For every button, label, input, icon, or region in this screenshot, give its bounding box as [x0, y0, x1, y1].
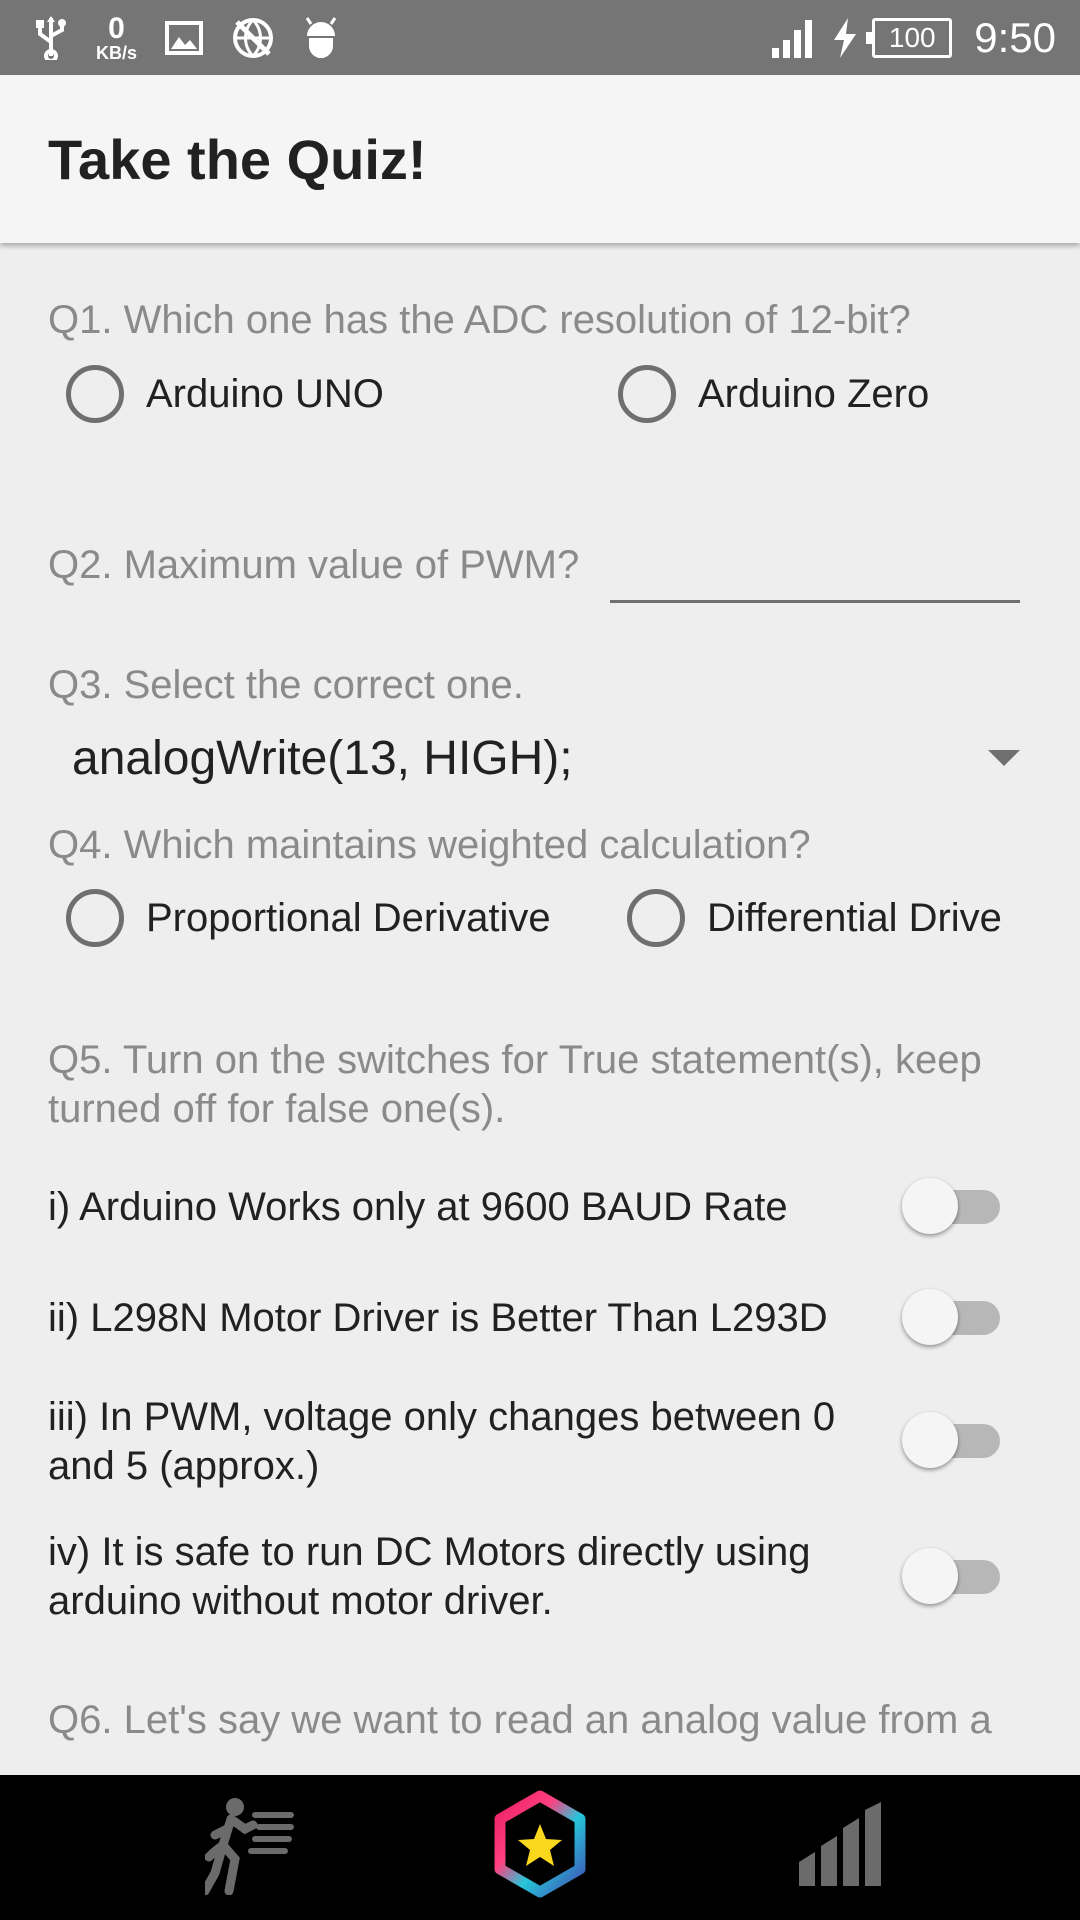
page-title: Take the Quiz! [48, 128, 427, 191]
image-icon [165, 20, 204, 55]
battery-level: 100 [888, 21, 936, 53]
q1-option-arduino-zero[interactable]: Arduino Zero [618, 365, 929, 423]
option-label: Proportional Derivative [146, 895, 551, 940]
bottom-navigation [0, 1775, 1080, 1920]
battery-icon: 100 [866, 17, 953, 58]
q5-switch-2[interactable] [902, 1287, 1006, 1347]
radio-button[interactable] [66, 365, 124, 423]
q4-option-differential-drive[interactable]: Differential Drive [627, 889, 1002, 947]
nav-runner[interactable] [150, 1775, 350, 1920]
q2-answer-input[interactable] [610, 600, 1020, 603]
q5-statement-2: ii) L298N Motor Driver is Better Than L2… [48, 1296, 828, 1340]
q5-label: Q5. Turn on the switches for True statem… [48, 1038, 982, 1131]
no-data-icon [231, 16, 275, 60]
nav-stats[interactable] [740, 1775, 940, 1920]
option-label: Differential Drive [707, 895, 1002, 940]
option-label: Arduino UNO [146, 371, 384, 416]
app-bar: Take the Quiz! [0, 75, 1080, 243]
runner-icon [200, 1795, 295, 1900]
usb-icon [34, 15, 68, 60]
q1-option-arduino-uno[interactable]: Arduino UNO [66, 365, 384, 423]
switch-thumb [902, 1548, 958, 1604]
q2-label: Q2. Maximum value of PWM? [48, 543, 580, 587]
network-speed-value: 0 [108, 11, 125, 45]
radio-button[interactable] [627, 889, 685, 947]
q3-label: Q3. Select the correct one. [48, 663, 524, 707]
switch-thumb [902, 1412, 958, 1468]
q1-label: Q1. Which one has the ADC resolution of … [48, 298, 911, 342]
quiz-scroll-area[interactable]: Q1. Which one has the ADC resolution of … [0, 243, 1080, 1775]
star-hexagon-icon [490, 1790, 590, 1905]
signal-icon [770, 16, 818, 60]
q5-statement-3: iii) In PWM, voltage only changes betwee… [48, 1395, 836, 1488]
nav-quiz[interactable] [440, 1775, 640, 1920]
q6-label: Q6. Let's say we want to read an analog … [48, 1698, 992, 1742]
network-speed: 0 KB/s [96, 11, 138, 63]
option-label: Arduino Zero [698, 371, 930, 416]
q3-dropdown[interactable]: analogWrite(13, HIGH); [72, 723, 1022, 793]
status-bar: 0 KB/s 100 9:50 [0, 0, 1080, 75]
radio-button[interactable] [66, 889, 124, 947]
charging-icon [832, 17, 858, 58]
radio-button[interactable] [618, 365, 676, 423]
q5-switch-3[interactable] [902, 1410, 1006, 1470]
q4-label: Q4. Which maintains weighted calculation… [48, 823, 811, 867]
network-speed-unit: KB/s [96, 42, 138, 63]
q4-option-proportional-derivative[interactable]: Proportional Derivative [66, 889, 551, 947]
clock: 9:50 [974, 13, 1056, 61]
chevron-down-icon [988, 750, 1020, 766]
android-icon [303, 16, 339, 60]
bar-chart-icon [795, 1800, 885, 1895]
switch-thumb [902, 1178, 958, 1234]
q5-statement-1: i) Arduino Works only at 9600 BAUD Rate [48, 1185, 788, 1229]
q5-switch-1[interactable] [902, 1176, 1006, 1236]
q5-switch-4[interactable] [902, 1546, 1006, 1606]
q5-statement-4: iv) It is safe to run DC Motors directly… [48, 1530, 811, 1623]
q3-selected-value: analogWrite(13, HIGH); [72, 731, 573, 785]
switch-thumb [902, 1289, 958, 1345]
